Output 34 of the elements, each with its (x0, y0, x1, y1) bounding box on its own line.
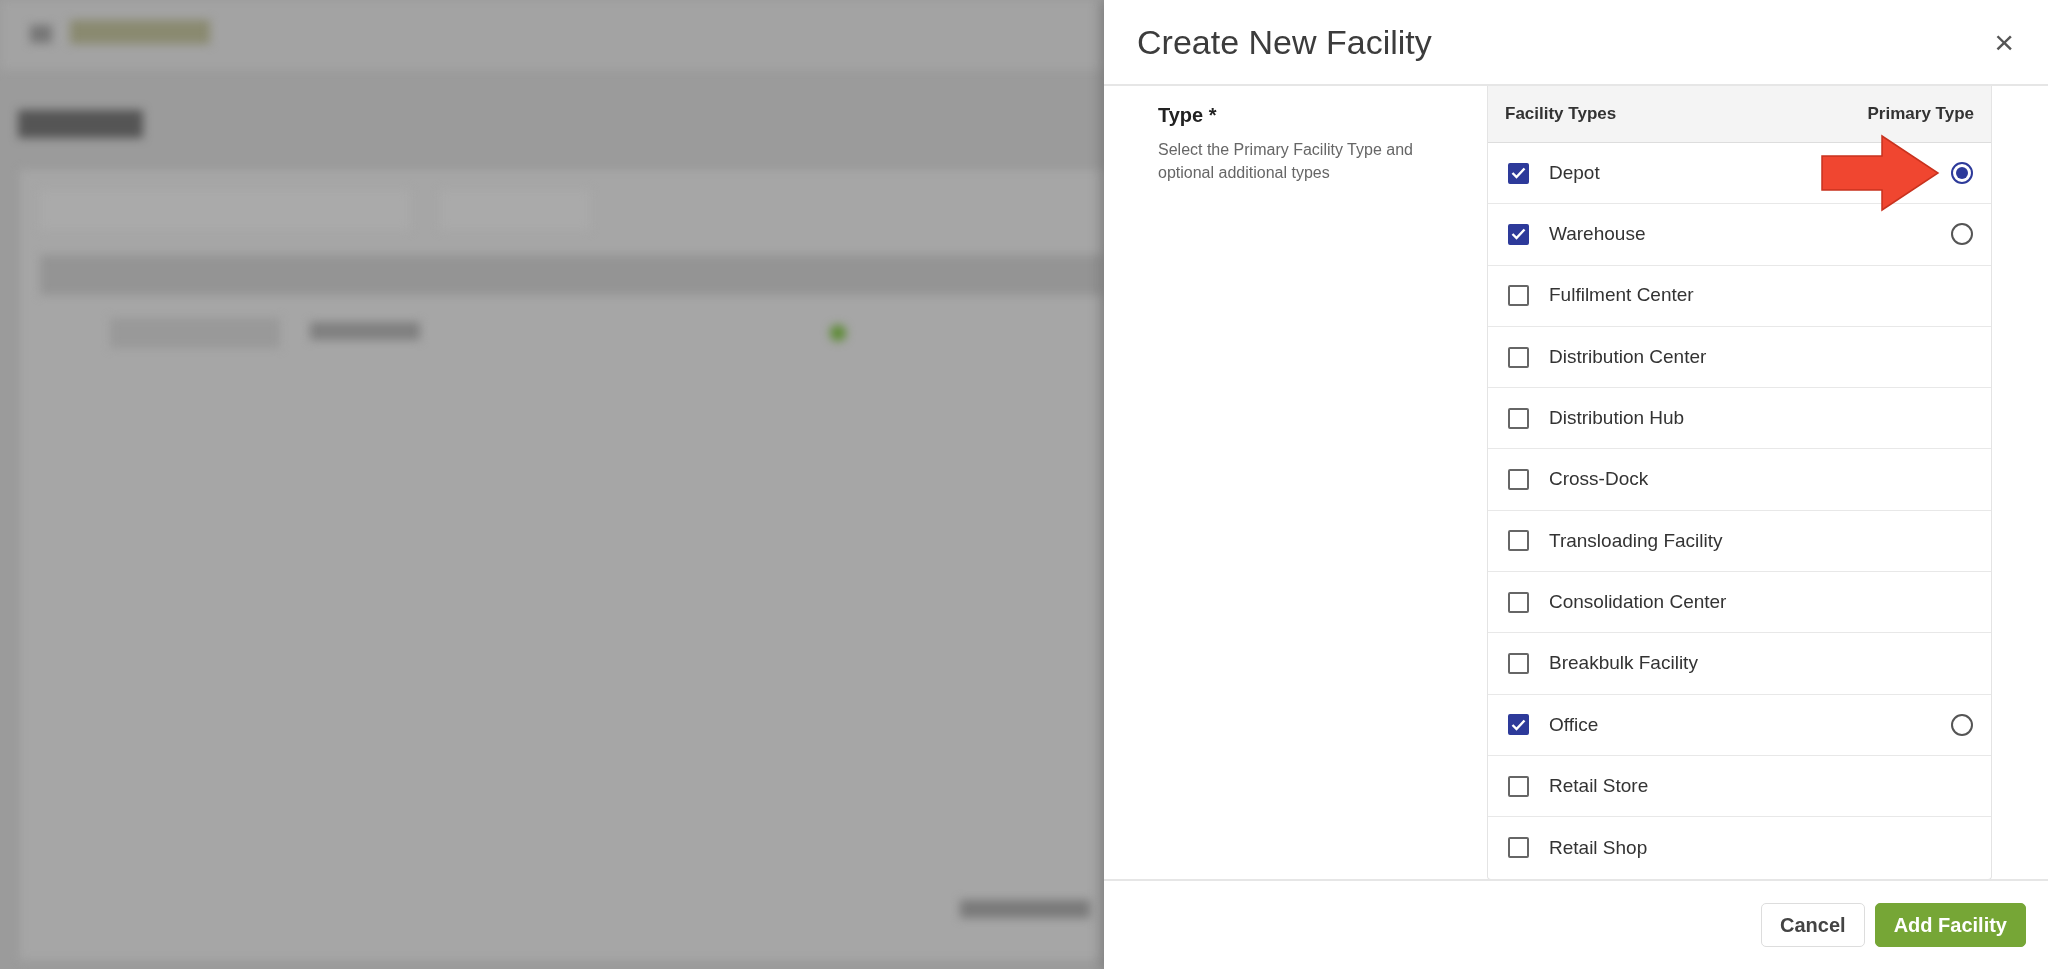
checkbox[interactable] (1508, 407, 1529, 429)
help-text: Select the Primary Facility Type and optional additional types (1158, 140, 1414, 184)
facility-type-label: Warehouse (1549, 222, 1646, 247)
column-header: Facility Types (1505, 103, 1617, 126)
checkbox[interactable] (1508, 469, 1529, 491)
checkbox[interactable] (1508, 714, 1529, 736)
checkbox[interactable] (1508, 346, 1529, 368)
facility-type-label: Cross-Dock (1549, 467, 1649, 492)
facility-type-label: Breakbulk Facility (1549, 651, 1698, 676)
facility-type-label: Distribution Center (1549, 344, 1707, 369)
facility-type-label: Fulfilment Center (1549, 283, 1694, 308)
checkbox[interactable] (1508, 223, 1529, 245)
facility-type-label: Transloading Facility (1549, 528, 1723, 553)
checkbox[interactable] (1508, 530, 1529, 552)
cancel-button[interactable]: Cancel (1761, 903, 1865, 947)
checkbox[interactable] (1508, 285, 1529, 307)
dialog-title: Create New Facility (1137, 21, 1432, 63)
radio-button[interactable] (1951, 223, 1973, 246)
checkbox[interactable] (1508, 775, 1529, 797)
field-label: Type * (1158, 103, 1218, 128)
column-header: Primary Type (1867, 103, 1974, 126)
checkbox[interactable] (1508, 837, 1529, 859)
close-button[interactable]: × (1990, 25, 2018, 59)
radio-button[interactable] (1951, 713, 1973, 736)
facility-type-label: Consolidation Center (1549, 589, 1727, 614)
facility-type-label: Retail Shop (1549, 835, 1648, 860)
facility-type-label: Distribution Hub (1549, 406, 1685, 431)
checkbox[interactable] (1508, 653, 1529, 674)
checkbox[interactable] (1508, 591, 1529, 613)
facility-type-label: Retail Store (1549, 773, 1649, 798)
checkbox[interactable] (1508, 162, 1529, 184)
facility-type-label: Office (1549, 712, 1599, 737)
facility-type-label: Depot (1549, 160, 1600, 185)
radio-button[interactable] (1951, 162, 1973, 185)
